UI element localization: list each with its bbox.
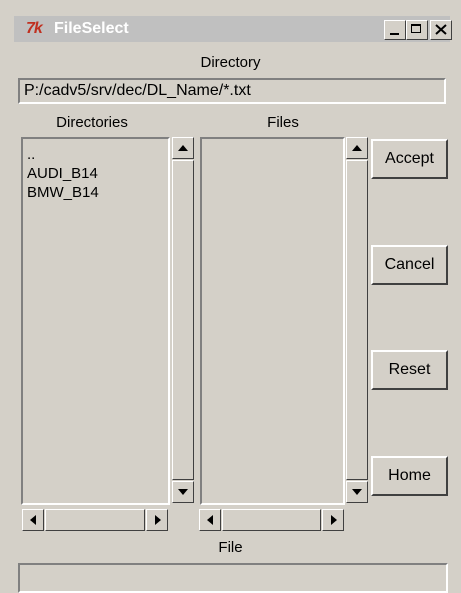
file-input[interactable]	[18, 563, 448, 593]
close-button[interactable]	[430, 20, 452, 40]
scroll-left-button[interactable]	[22, 509, 44, 531]
cancel-button[interactable]: Cancel	[371, 245, 448, 285]
home-button[interactable]: Home	[371, 456, 448, 496]
file-label: File	[218, 539, 243, 556]
arrow-left-icon	[30, 515, 36, 525]
arrow-right-icon	[155, 515, 161, 525]
arrow-left-icon	[207, 515, 213, 525]
scroll-up-button[interactable]	[346, 137, 368, 159]
list-item[interactable]: AUDI_B14	[27, 164, 164, 183]
accept-button[interactable]: Accept	[371, 139, 448, 179]
scroll-right-button[interactable]	[322, 509, 344, 531]
tk-logo-icon: 7k	[26, 20, 43, 37]
directory-path-field[interactable]: P:/cadv5/srv/dec/DL_Name/*.txt	[18, 78, 446, 104]
files-label: Files	[267, 114, 299, 131]
scroll-thumb[interactable]	[222, 509, 321, 531]
arrow-right-icon	[331, 515, 337, 525]
scroll-thumb[interactable]	[346, 160, 368, 480]
list-item[interactable]: ..	[27, 145, 164, 164]
directories-hscrollbar[interactable]	[22, 509, 170, 531]
arrow-up-icon	[352, 145, 362, 151]
files-hscrollbar[interactable]	[199, 509, 346, 531]
files-vscrollbar[interactable]	[346, 137, 370, 505]
minimize-button[interactable]	[384, 20, 406, 40]
list-item[interactable]: BMW_B14	[27, 183, 164, 202]
title-bar[interactable]: 7k FileSelect	[14, 16, 452, 42]
scroll-up-button[interactable]	[172, 137, 194, 159]
fileselect-window: 7k FileSelect Directory P:/cadv5/srv/dec…	[0, 0, 461, 593]
directories-label: Directories	[56, 114, 128, 131]
directories-listbox[interactable]: .. AUDI_B14 BMW_B14	[21, 137, 170, 505]
scroll-left-button[interactable]	[199, 509, 221, 531]
files-listbox[interactable]	[200, 137, 345, 505]
directories-vscrollbar[interactable]	[172, 137, 196, 505]
arrow-up-icon	[178, 145, 188, 151]
scroll-thumb[interactable]	[172, 160, 194, 480]
reset-button[interactable]: Reset	[371, 350, 448, 390]
window-title: FileSelect	[54, 20, 129, 37]
scroll-right-button[interactable]	[146, 509, 168, 531]
maximize-button[interactable]	[406, 20, 428, 40]
directory-label: Directory	[200, 54, 261, 71]
arrow-down-icon	[178, 489, 188, 495]
scroll-thumb[interactable]	[45, 509, 145, 531]
scroll-down-button[interactable]	[172, 481, 194, 503]
close-icon	[435, 24, 447, 35]
arrow-down-icon	[352, 489, 362, 495]
scroll-down-button[interactable]	[346, 481, 368, 503]
